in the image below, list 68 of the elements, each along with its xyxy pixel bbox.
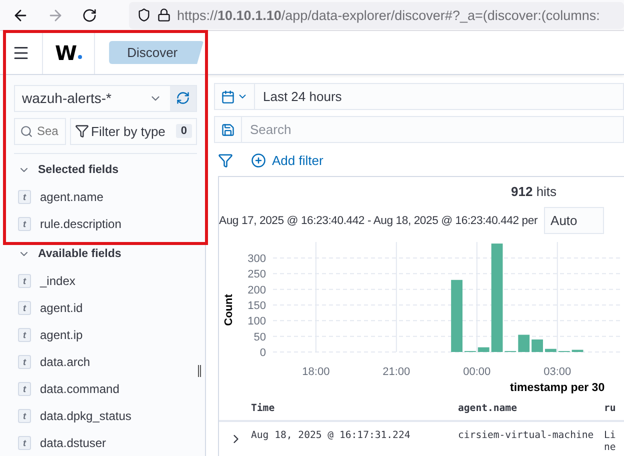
filter-icon[interactable] [218, 153, 233, 168]
chart-bar [532, 339, 543, 352]
x-tick-label: 03:00 [544, 366, 572, 378]
field-type-icon: t [18, 301, 31, 316]
lock-icon [157, 8, 171, 22]
filter-icon [75, 124, 89, 138]
date-range-text: Aug 17, 2025 @ 16:23:40.442 - Aug 18, 2025 @ 16:23:40.442 per [219, 214, 538, 226]
chart-bar [544, 348, 556, 352]
y-tick-label: 0 [260, 347, 266, 359]
x-axis-title: timestamp per 30 [510, 382, 605, 394]
field-type-icon: t [18, 328, 31, 342]
time-range[interactable]: Last 24 hours [255, 84, 342, 109]
resize-handle[interactable] [198, 365, 201, 377]
field-name[interactable]: data.dpkg_status [40, 408, 132, 423]
x-tick-label: 00:00 [463, 366, 491, 378]
section-header[interactable]: Available fields [14, 238, 197, 268]
table-cell-text: Li ne [604, 430, 617, 454]
filter-by-type-button[interactable]: Filter by type 0 [70, 118, 197, 145]
field-type-icon: t [18, 274, 31, 288]
field-name[interactable]: agent.ip [40, 328, 83, 342]
field-name[interactable]: data.command [40, 382, 120, 396]
section-header[interactable]: Selected fields [14, 154, 197, 184]
search-icon [20, 124, 33, 138]
y-tick-label: 150 [248, 300, 266, 312]
field-name[interactable]: agent.id [40, 301, 83, 316]
y-tick-label: 250 [248, 268, 266, 281]
field-search-input[interactable]: Sea [37, 124, 65, 138]
field-type-icon: t [18, 217, 31, 232]
field-name[interactable]: rule.description [40, 217, 122, 232]
logo[interactable]: W [55, 40, 78, 64]
y-tick-label: 200 [248, 284, 266, 296]
field-name[interactable]: _index [40, 274, 76, 288]
field-name[interactable]: data.arch [40, 354, 90, 369]
shield-icon [137, 8, 151, 22]
field-type-icon: t [18, 382, 31, 396]
chart-bar [518, 334, 530, 352]
field-search-input[interactable]: Sea [14, 118, 66, 145]
field-name[interactable]: data.dstuser [40, 436, 106, 450]
plus-circle-icon [251, 153, 266, 168]
address-bar[interactable]: https://10.10.1.10/app/data-explorer/discover#?_a=(discover:(columns: [129, 2, 624, 28]
calendar-icon [221, 90, 235, 104]
chart-bar [572, 350, 584, 352]
interval-select[interactable]: Auto [544, 207, 604, 234]
x-tick-label: 21:00 [382, 366, 410, 378]
filter-count: 0 [176, 124, 192, 138]
field-type-icon: t [18, 408, 31, 423]
y-tick-label: 300 [248, 252, 266, 265]
column-header: ru [604, 402, 617, 416]
y-tick-label: 50 [254, 331, 266, 344]
column-header: Time [251, 402, 276, 416]
breadcrumb[interactable]: Discover [109, 41, 204, 64]
add-filter-link[interactable]: Add filter [251, 153, 324, 168]
x-tick-label: 18:00 [302, 366, 330, 378]
field-type-icon: t [18, 354, 31, 369]
reload-icon[interactable] [82, 8, 97, 22]
y-tick-label: 100 [248, 316, 266, 328]
table-cell-text: cirsiem-virtual-machine [458, 430, 595, 442]
field-name[interactable]: agent.name [40, 190, 104, 204]
y-axis-title: Count [223, 294, 235, 326]
field-type-icon: t [18, 436, 31, 450]
field-type-icon: t [18, 190, 31, 204]
url-text: https://10.10.1.10/app/data-explorer/discover#?_a=(discover:(columns: [177, 8, 600, 22]
column-header: agent.name [458, 402, 518, 416]
table-cell-text: Aug 18, 2025 @ 16:17:31.224 [251, 430, 412, 442]
logo-dot-icon [78, 55, 82, 59]
save-icon [221, 122, 235, 136]
hits-count: 912 hits [511, 184, 557, 199]
chart-bar [478, 347, 490, 352]
